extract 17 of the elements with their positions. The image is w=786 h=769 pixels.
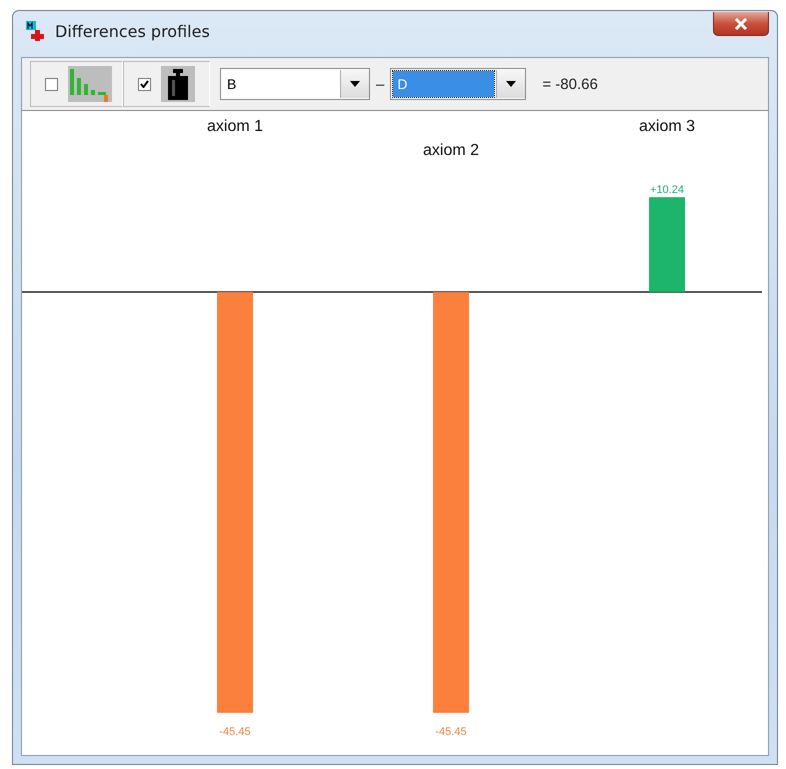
app-icon: [25, 20, 47, 42]
checkbox[interactable]: [138, 78, 151, 90]
dropdown-arrow-icon: [350, 81, 360, 87]
profile-dropdown[interactable]: B: [220, 68, 370, 100]
close-icon: [734, 18, 748, 30]
dropdown-arrow-icon: [506, 81, 516, 87]
axis-label: axiom 3: [638, 118, 696, 135]
axis-label: axiom 1: [206, 118, 264, 135]
axis-label: axiom 2: [422, 142, 480, 159]
difference-total: = -80.66: [542, 76, 598, 92]
minus-sign: –: [376, 76, 384, 92]
window-title: Differences profiles: [55, 22, 210, 40]
checkbox[interactable]: [45, 78, 58, 90]
value-label: -45.45: [219, 726, 251, 738]
value-label: -45.45: [435, 726, 467, 738]
value-label: +10.24: [650, 184, 684, 196]
close-button[interactable]: [713, 12, 769, 36]
